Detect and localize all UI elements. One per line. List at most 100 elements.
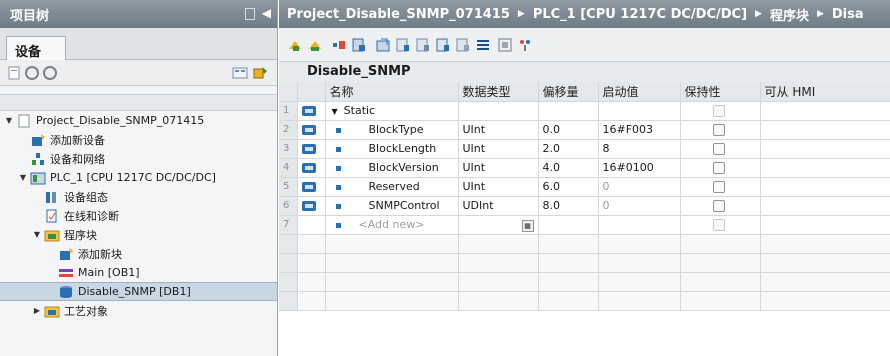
table-row[interactable]: 2 BlockType UInt 0.0 16#F003 [279,120,890,140]
row-io-cell [297,158,326,178]
breadcrumb-program-blocks[interactable]: 程序块 [770,5,809,24]
cell-data-type[interactable] [458,101,539,121]
keep-actual-values-icon[interactable] [287,37,303,53]
settings-view-icon[interactable] [497,37,513,53]
back-icon[interactable] [24,65,40,81]
cell-retain[interactable] [680,120,761,140]
row-number: 5 [279,177,298,197]
tree-item[interactable]: ▼ PLC_1 [CPU 1217C DC/DC/DC] [0,168,277,187]
tab-devices[interactable]: 设备 [6,36,66,61]
cell-start-value[interactable] [598,215,681,235]
cell-name[interactable]: BlockType [325,120,459,140]
list-view-icon[interactable] [475,37,491,53]
cell-name[interactable]: BlockVersion [325,158,459,178]
breadcrumb-plc[interactable]: PLC_1 [CPU 1217C DC/DC/DC] [533,7,747,22]
cell-data-type[interactable]: UInt [458,120,539,140]
cell-data-type[interactable]: UInt [458,158,539,178]
collapse-arrow-icon[interactable]: ▼ [18,173,28,182]
cell-hmi [760,177,890,197]
header-row-number [279,82,298,102]
cell-data-type[interactable]: UDInt [458,196,539,216]
table-row[interactable]: 6 SNMPControl UDInt 8.0 0 [279,196,890,216]
retain-checkbox[interactable] [712,123,725,136]
monitor-values-icon[interactable] [415,37,431,53]
new-item-icon[interactable] [6,65,22,81]
column-header-start-value[interactable]: 启动值 [598,82,681,102]
tree-item[interactable]: Disable_SNMP [DB1] [0,282,277,301]
cell-name[interactable]: BlockLength [325,139,459,159]
tree-item[interactable]: 在线和诊断 [0,206,277,225]
breadcrumb-block[interactable]: Disa [832,7,864,22]
cell-retain[interactable] [680,158,761,178]
row-io-cell [297,215,326,235]
insert-row-icon[interactable] [331,37,347,53]
cell-start-value[interactable]: 16#F003 [598,120,681,140]
cell-name[interactable]: ▼ Static [325,101,459,121]
variable-name: BlockLength [368,142,437,155]
retain-checkbox[interactable] [712,142,725,155]
reset-start-values-icon[interactable] [395,37,411,53]
variable-name: Static [343,104,376,117]
cell-retain[interactable] [680,196,761,216]
cell-name[interactable]: <Add new> [325,215,459,235]
retain-checkbox[interactable] [712,199,725,212]
cell-retain[interactable] [680,101,761,121]
retain-checkbox[interactable] [712,104,725,117]
column-header-data-type[interactable]: 数据类型 [458,82,539,102]
cell-data-type[interactable]: UInt [458,139,539,159]
type-browse-icon[interactable]: ▦ [521,220,534,232]
cell-retain[interactable] [680,215,761,235]
monitor-all-icon[interactable] [517,37,533,53]
empty-cell [760,272,890,292]
load-start-values-icon[interactable] [375,37,391,53]
cell-start-value[interactable]: 16#0100 [598,158,681,178]
collapse-all-icon[interactable] [455,37,471,53]
cell-start-value[interactable] [598,101,681,121]
cell-name[interactable]: SNMPControl [325,196,459,216]
tree-item[interactable]: 添加新块 [0,244,277,263]
retain-checkbox[interactable] [712,218,725,231]
tree-item[interactable]: Main [OB1] [0,263,277,282]
tree-item[interactable]: 设备和网络 [0,149,277,168]
table-row[interactable]: 5 Reserved UInt 6.0 0 [279,177,890,197]
cell-retain[interactable] [680,177,761,197]
overview-view-icon[interactable] [232,65,248,81]
project-icon [16,114,32,128]
table-row[interactable]: 1 ▼ Static [279,101,890,121]
forward-icon[interactable] [42,65,58,81]
add-row-icon[interactable] [351,37,367,53]
empty-cell [279,272,298,292]
show-devices-icon[interactable] [252,65,268,81]
tree-item[interactable]: ▼ Project_Disable_SNMP_071415 [0,111,277,130]
tree-item[interactable]: 添加新设备 [0,130,277,149]
table-row[interactable]: 4 BlockVersion UInt 4.0 16#0100 [279,158,890,178]
column-header-retain[interactable]: 保持性 [680,82,761,102]
retain-checkbox[interactable] [712,180,725,193]
column-header-hmi-accessible[interactable]: 可从 HMI [760,82,890,102]
cell-start-value[interactable]: 0 [598,196,681,216]
retain-checkbox[interactable] [712,161,725,174]
expand-all-icon[interactable] [435,37,451,53]
cell-data-type[interactable]: UInt [458,177,539,197]
tree-item[interactable]: 设备组态 [0,187,277,206]
cell-name[interactable]: Reserved [325,177,459,197]
tree-item[interactable]: ▶ 工艺对象 [0,301,277,320]
collapse-arrow-icon[interactable]: ▼ [4,116,14,125]
tree-item[interactable]: ▼ 程序块 [0,225,277,244]
expand-arrow-icon[interactable]: ▶ [32,306,42,315]
table-row[interactable]: 7 <Add new> ▦ [279,215,890,235]
snapshot-icon[interactable] [307,37,323,53]
column-header-offset[interactable]: 偏移量 [538,82,599,102]
table-row[interactable]: 3 BlockLength UInt 2.0 8 [279,139,890,159]
cell-data-type[interactable]: ▦ [458,215,539,235]
collapse-arrow-icon[interactable]: ▼ [32,230,42,239]
program-blocks-folder-icon [44,228,60,242]
cell-start-value[interactable]: 8 [598,139,681,159]
collapse-section-icon[interactable]: ▼ [332,107,338,116]
breadcrumb-project[interactable]: Project_Disable_SNMP_071415 [287,7,510,22]
column-header-name[interactable]: 名称 [325,82,459,102]
cell-retain[interactable] [680,139,761,159]
cell-start-value[interactable]: 0 [598,177,681,197]
collapse-panel-icon[interactable]: ◀ [262,6,271,20]
pin-icon[interactable] [245,8,255,20]
